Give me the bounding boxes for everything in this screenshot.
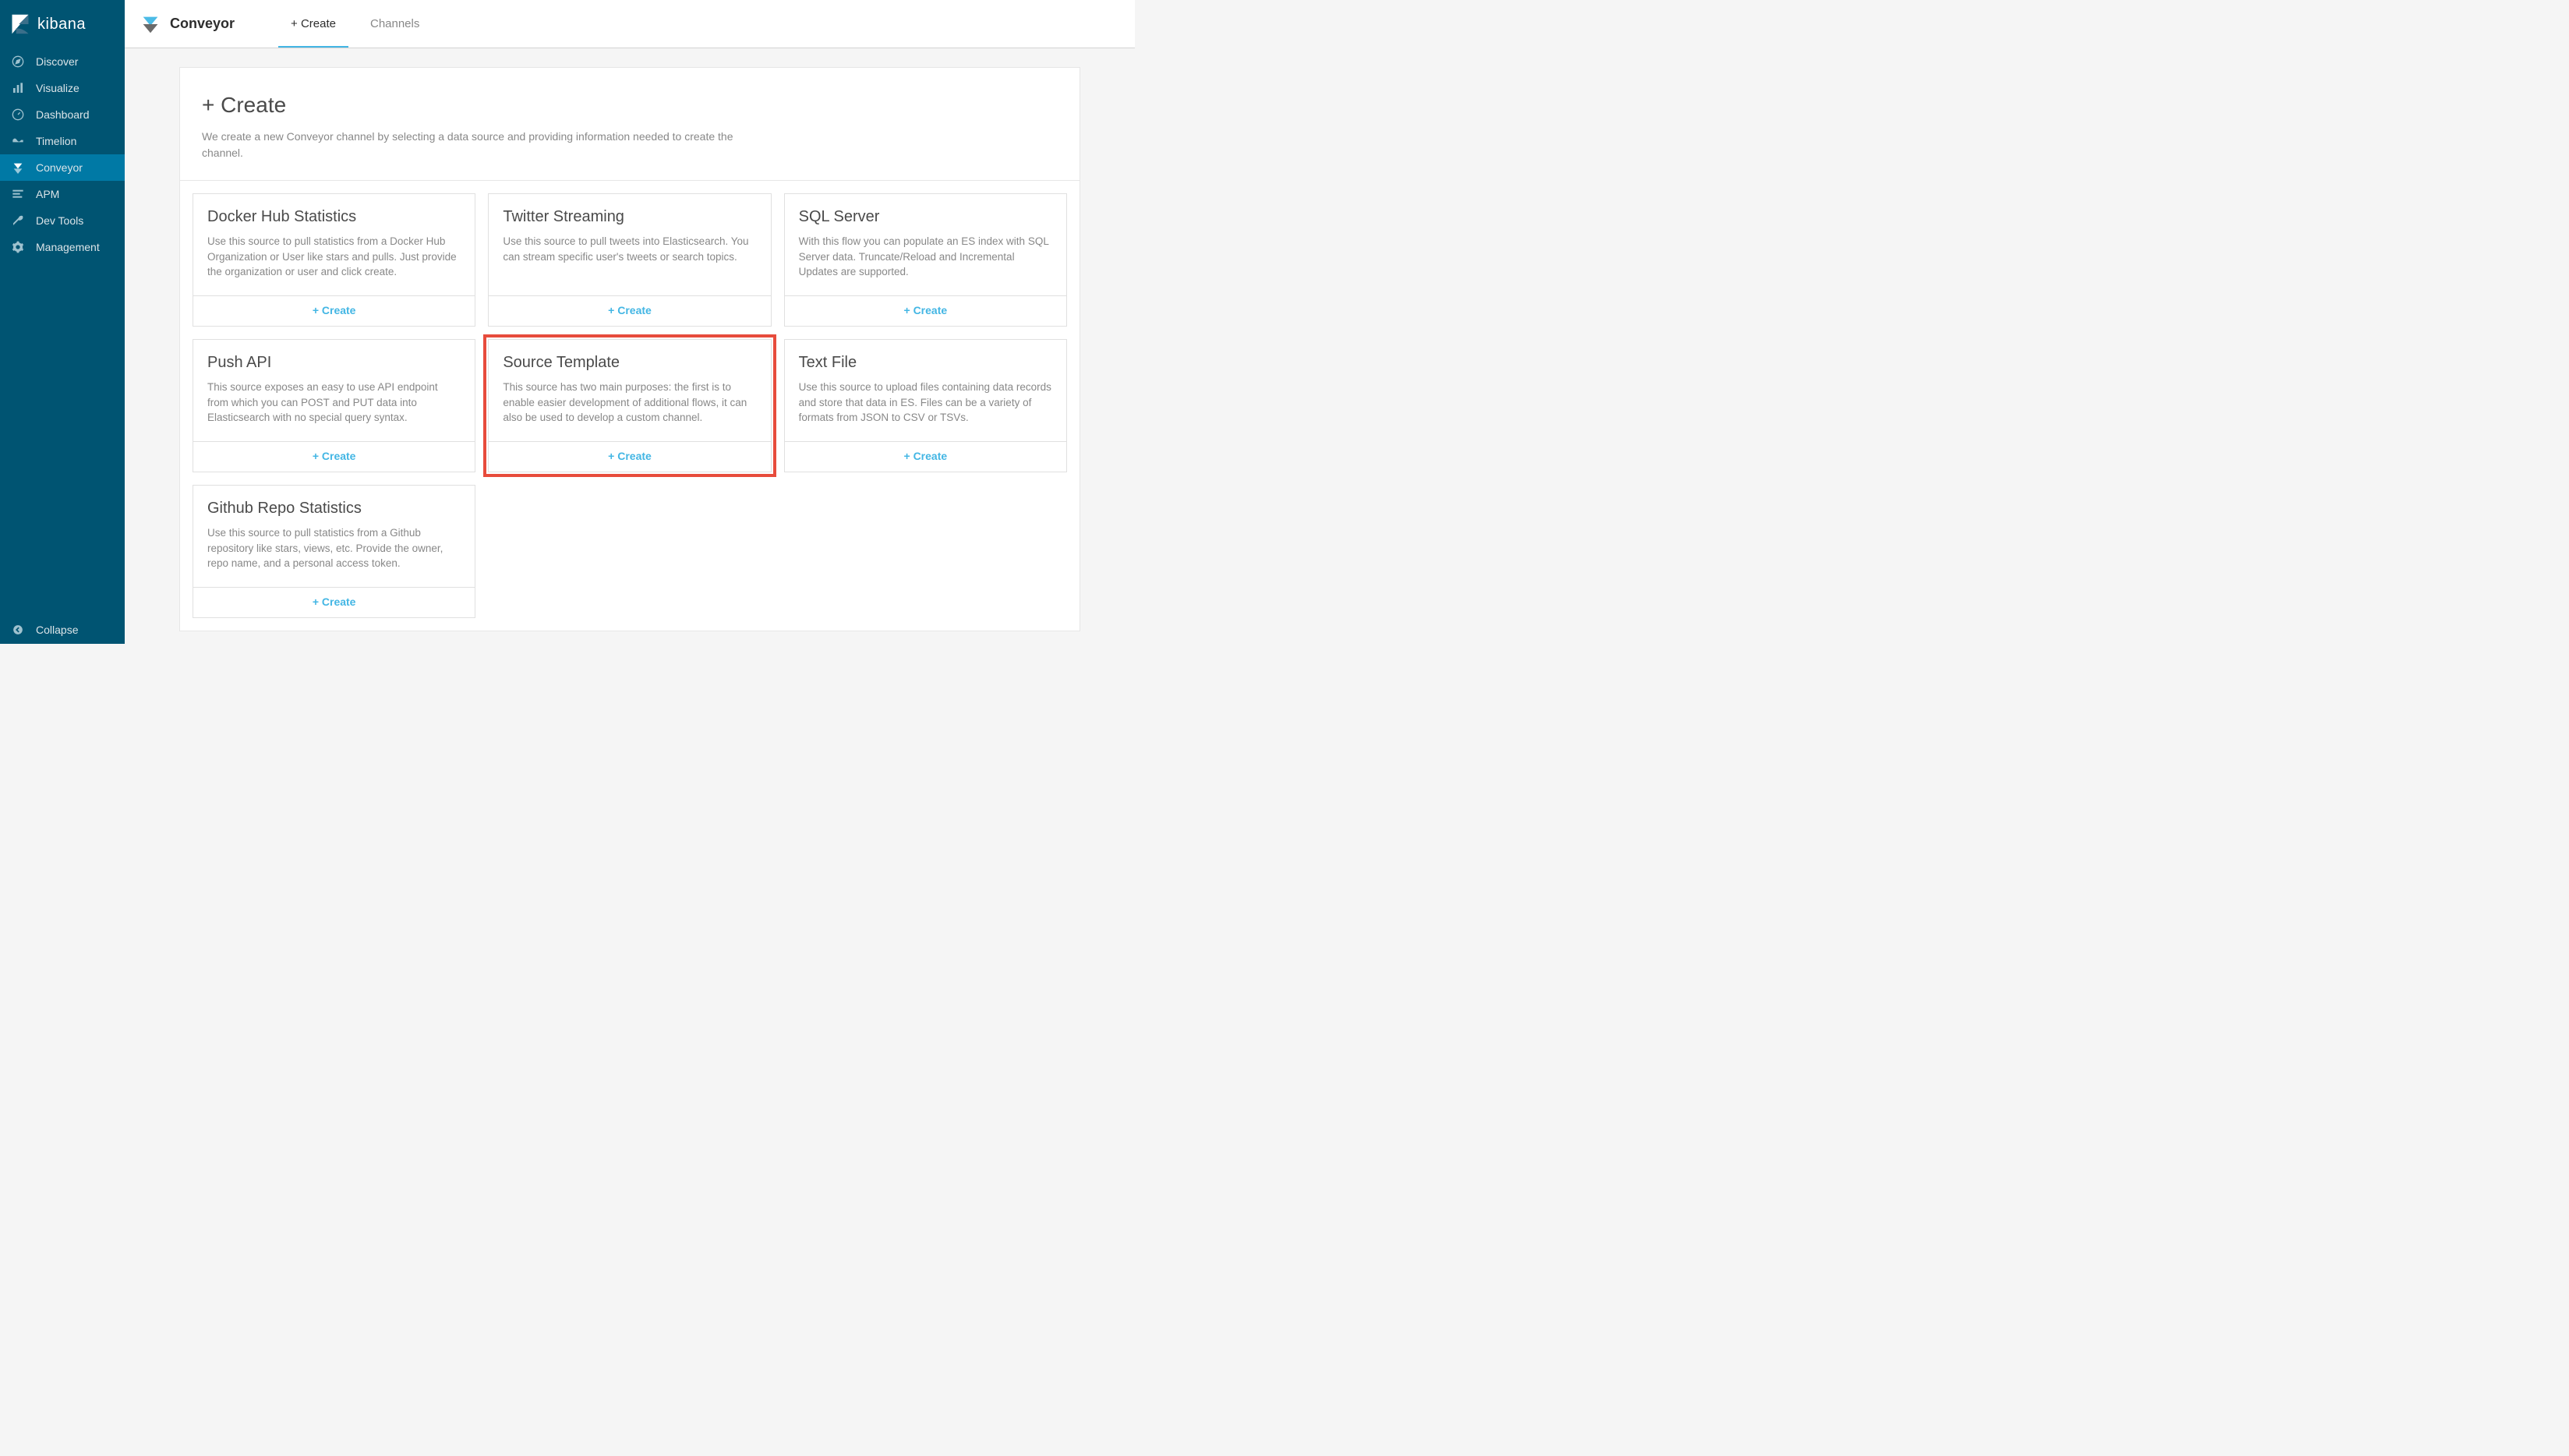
create-button[interactable]: + Create [608, 304, 652, 316]
card-title: SQL Server [799, 208, 1052, 226]
card-description: Use this source to pull tweets into Elas… [503, 234, 756, 264]
card-description: Use this source to pull statistics from … [207, 525, 461, 571]
sidebar-item-discover[interactable]: Discover [0, 48, 125, 75]
sidebar-item-devtools[interactable]: Dev Tools [0, 207, 125, 234]
tab-label: + Create [291, 17, 336, 30]
source-card: Source Template This source has two main … [488, 339, 771, 472]
card-description: With this flow you can populate an ES in… [799, 234, 1052, 280]
card-footer: + Create [193, 295, 475, 326]
kibana-brand[interactable]: kibana [0, 0, 125, 48]
stack-icon [11, 187, 25, 201]
card-title: Source Template [503, 354, 756, 372]
conveyor-logo-icon [139, 12, 162, 36]
sidebar-item-label: Management [36, 241, 100, 253]
tab-label: Channels [370, 17, 419, 30]
card-description: Use this source to pull statistics from … [207, 234, 461, 280]
collapse-icon [11, 623, 25, 637]
compass-icon [11, 55, 25, 69]
app-title: Conveyor [170, 16, 235, 32]
sidebar-item-label: Conveyor [36, 161, 83, 174]
card-body: Docker Hub Statistics Use this source to … [193, 194, 475, 295]
sidebar-item-label: Dashboard [36, 108, 90, 121]
page-header: + Create We create a new Conveyor channe… [180, 68, 1080, 181]
card-title: Push API [207, 354, 461, 372]
create-button[interactable]: + Create [313, 304, 356, 316]
sidebar-item-dashboard[interactable]: Dashboard [0, 101, 125, 128]
card-title: Docker Hub Statistics [207, 208, 461, 226]
app-brand: Conveyor [139, 12, 235, 36]
gear-icon [11, 240, 25, 254]
sidebar-item-management[interactable]: Management [0, 234, 125, 260]
card-body: Push API This source exposes an easy to u… [193, 340, 475, 441]
sidebar-item-label: Dev Tools [36, 214, 83, 227]
source-card: Github Repo Statistics Use this source to… [193, 485, 475, 618]
source-card: Push API This source exposes an easy to u… [193, 339, 475, 472]
card-body: Source Template This source has two main … [489, 340, 770, 441]
topbar: Conveyor + Create Channels [125, 0, 1135, 48]
card-footer: + Create [193, 441, 475, 472]
card-body: Twitter Streaming Use this source to pull… [489, 194, 770, 295]
card-footer: + Create [489, 295, 770, 326]
sidebar-item-label: Discover [36, 55, 78, 68]
card-footer: + Create [785, 295, 1066, 326]
timeline-icon [11, 134, 25, 148]
create-button[interactable]: + Create [904, 450, 948, 462]
sidebar-nav: Discover Visualize Dashboard Timelion Co… [0, 48, 125, 260]
source-card: Twitter Streaming Use this source to pull… [488, 193, 771, 327]
source-cards-grid: Docker Hub Statistics Use this source to … [180, 181, 1080, 631]
page-panel: + Create We create a new Conveyor channe… [179, 67, 1080, 631]
sidebar-item-conveyor[interactable]: Conveyor [0, 154, 125, 181]
main-area: Conveyor + Create Channels + Create We c… [125, 0, 1135, 644]
create-button[interactable]: + Create [608, 450, 652, 462]
card-body: Github Repo Statistics Use this source to… [193, 486, 475, 587]
kibana-brand-name: kibana [37, 16, 86, 34]
sidebar-item-label: APM [36, 188, 59, 200]
source-card: SQL Server With this flow you can populat… [784, 193, 1067, 327]
card-footer: + Create [489, 441, 770, 472]
card-title: Github Repo Statistics [207, 500, 461, 518]
gauge-icon [11, 108, 25, 122]
conveyor-icon [11, 161, 25, 175]
page-title: + Create [202, 93, 1058, 118]
tab-channels[interactable]: Channels [353, 0, 436, 48]
source-card: Docker Hub Statistics Use this source to … [193, 193, 475, 327]
collapse-label: Collapse [36, 624, 78, 636]
card-body: SQL Server With this flow you can populat… [785, 194, 1066, 295]
card-title: Twitter Streaming [503, 208, 756, 226]
sidebar-item-label: Timelion [36, 135, 76, 147]
sidebar-item-visualize[interactable]: Visualize [0, 75, 125, 101]
page-description: We create a new Conveyor channel by sele… [202, 129, 763, 161]
sidebar-item-timelion[interactable]: Timelion [0, 128, 125, 154]
card-body: Text File Use this source to upload files… [785, 340, 1066, 441]
top-tabs: + Create Channels [274, 0, 436, 48]
sidebar-item-label: Visualize [36, 82, 80, 94]
card-title: Text File [799, 354, 1052, 372]
create-button[interactable]: + Create [904, 304, 948, 316]
card-description: Use this source to upload files containi… [799, 380, 1052, 426]
create-button[interactable]: + Create [313, 595, 356, 608]
collapse-sidebar-button[interactable]: Collapse [0, 616, 125, 644]
bar-chart-icon [11, 81, 25, 95]
card-footer: + Create [193, 587, 475, 617]
create-button[interactable]: + Create [313, 450, 356, 462]
card-footer: + Create [785, 441, 1066, 472]
card-description: This source has two main purposes: the f… [503, 380, 756, 426]
kibana-logo-icon [9, 13, 31, 35]
tab-create[interactable]: + Create [274, 0, 353, 48]
kibana-sidebar: kibana Discover Visualize Dashboard Time… [0, 0, 125, 644]
content-scroll[interactable]: + Create We create a new Conveyor channe… [125, 48, 1135, 644]
card-description: This source exposes an easy to use API e… [207, 380, 461, 426]
source-card: Text File Use this source to upload files… [784, 339, 1067, 472]
sidebar-item-apm[interactable]: APM [0, 181, 125, 207]
wrench-icon [11, 214, 25, 228]
